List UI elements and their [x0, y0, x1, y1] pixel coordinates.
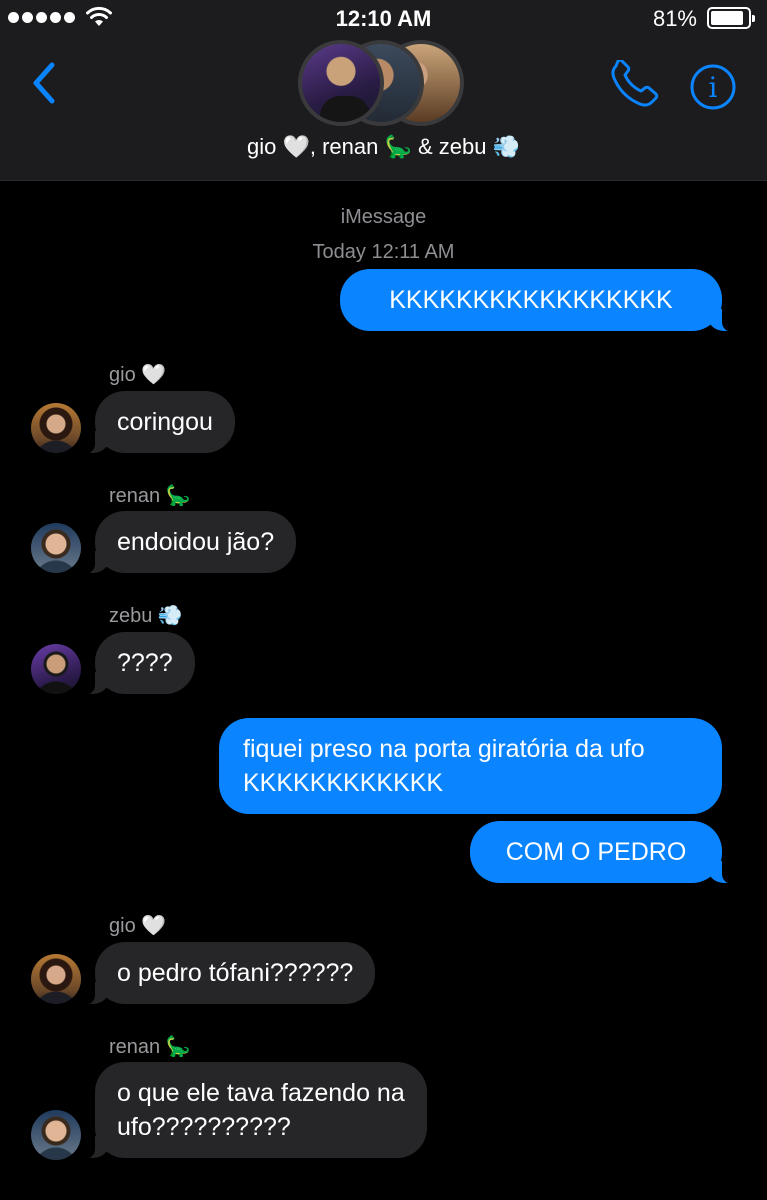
avatar-zebu: [298, 40, 384, 126]
avatar-gio[interactable]: [31, 954, 81, 1004]
avatar-renan[interactable]: [31, 1110, 81, 1160]
message-timestamp: Today 12:11 AM: [312, 241, 455, 263]
avatar-gio[interactable]: [31, 403, 81, 453]
sent-message-bubble[interactable]: fiquei preso na porta giratória da ufo K…: [219, 718, 722, 814]
info-icon[interactable]: i: [688, 62, 738, 112]
message-text: KKKKKKKKKKKKKKKKK: [389, 286, 673, 314]
avatar-zebu[interactable]: [31, 644, 81, 694]
received-message-bubble[interactable]: o que ele tava fazendo na ufo??????????: [81, 1062, 427, 1159]
phone-icon[interactable]: [606, 60, 662, 110]
group-avatars[interactable]: [298, 38, 468, 128]
received-message-bubble[interactable]: ????: [81, 632, 195, 695]
message-text: endoidou jão?: [117, 528, 275, 556]
status-time: 12:10 AM: [335, 6, 432, 31]
message-text-line: ufo??????????: [117, 1113, 291, 1141]
message-text: COM O PEDRO: [505, 838, 687, 866]
battery-percentage: 81%: [652, 6, 697, 31]
group-name[interactable]: gio 🤍, renan 🦕 & zebu 💨: [0, 134, 767, 160]
sent-message-bubble[interactable]: KKKKKKKKKKKKKKKKK: [340, 269, 736, 332]
sender-name: gio 🤍: [109, 915, 167, 937]
back-chevron-icon[interactable]: [26, 58, 66, 108]
message-text-line: KKKKKKKKKKKK: [243, 769, 444, 797]
conversation-header: gio 🤍, renan 🦕 & zebu 💨 i: [0, 38, 767, 181]
status-bar: 12:10 AM 81%: [0, 0, 767, 38]
sent-message-bubble[interactable]: COM O PEDRO: [470, 821, 736, 884]
message-text-line: o que ele tava fazendo na: [117, 1079, 405, 1107]
received-message-bubble[interactable]: coringou: [81, 391, 235, 454]
message-text: ????: [117, 649, 173, 677]
avatar-renan[interactable]: [31, 523, 81, 573]
battery-icon: [707, 7, 755, 29]
message-text: o pedro tófani??????: [117, 959, 354, 987]
service-label: iMessage: [340, 206, 427, 228]
message-text-line: fiquei preso na porta giratória da ufo: [243, 735, 645, 763]
received-message-bubble[interactable]: o pedro tófani??????: [80, 942, 376, 1005]
message-text: coringou: [117, 408, 213, 436]
svg-text:i: i: [709, 71, 718, 104]
sender-name: zebu 💨: [109, 605, 183, 627]
received-message-bubble[interactable]: endoidou jão?: [80, 511, 297, 574]
sender-name: renan 🦕: [109, 1036, 191, 1058]
sender-name: renan 🦕: [109, 485, 191, 507]
sender-name: gio 🤍: [109, 364, 167, 386]
